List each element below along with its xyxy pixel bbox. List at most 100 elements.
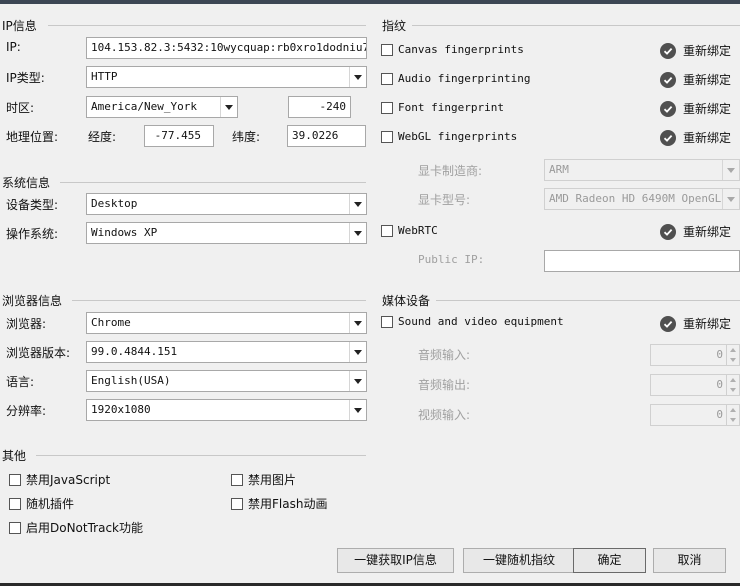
timezone-select[interactable]: America/New_York [86,96,238,118]
ip-label: IP: [6,40,21,54]
media-divider [436,300,740,301]
checkbox-box[interactable] [381,101,393,114]
disable-images-checkbox[interactable]: 禁用图片 [231,471,296,488]
ip-type-value: HTTP [91,70,118,83]
language-select[interactable]: English(USA) [86,370,367,392]
chevron-down-icon[interactable] [722,160,739,180]
disable-javascript-checkbox[interactable]: 禁用JavaScript [9,471,110,488]
system-info-divider [60,182,366,183]
checkbox-box[interactable] [381,130,393,143]
checkbox-box[interactable] [381,43,393,56]
canvas-rebind-button[interactable]: 重新绑定 [660,42,731,59]
resolution-select[interactable]: 1920x1080 [86,399,367,421]
canvas-label: Canvas fingerprints [398,43,524,56]
random-fingerprint-button[interactable]: 一键随机指纹 [463,548,575,573]
ok-button[interactable]: 确定 [573,548,646,573]
chevron-down-icon[interactable] [349,67,366,87]
rebind-label: 重新绑定 [683,317,732,331]
audio-rebind-button[interactable]: 重新绑定 [660,71,731,88]
audio-out-spinner[interactable]: 0 [650,374,740,396]
gpu-vendor-select[interactable]: ARM [544,159,740,181]
sound-video-checkbox[interactable]: Sound and video equipment [381,315,564,328]
gpu-model-label: 显卡型号: [418,193,471,207]
browser-version-label: 浏览器版本: [6,346,71,360]
timezone-offset-input[interactable]: -240 [288,96,351,118]
latitude-label: 纬度: [232,130,261,144]
timezone-label: 时区: [6,101,35,115]
fingerprint-divider [412,25,740,26]
location-label: 地理位置: [6,130,59,144]
audio-label: Audio fingerprinting [398,72,531,85]
video-in-label: 视频输入: [418,408,471,422]
random-plugins-label: 随机插件 [26,497,75,511]
ip-input[interactable]: 104.153.82.3:5432:10wycquap:rb0xro1dodni… [86,37,367,59]
audio-in-label: 音频输入: [418,348,471,362]
check-circle-icon [660,42,676,59]
cancel-button[interactable]: 取消 [653,548,726,573]
spinner-arrows-icon[interactable] [726,375,739,395]
chevron-down-icon[interactable] [349,342,366,362]
webgl-rebind-button[interactable]: 重新绑定 [660,129,731,146]
sound-video-rebind-button[interactable]: 重新绑定 [660,315,731,332]
checkbox-box[interactable] [9,473,21,486]
disable-flash-checkbox[interactable]: 禁用Flash动画 [231,495,327,512]
audio-checkbox[interactable]: Audio fingerprinting [381,72,530,85]
gpu-model-value: AMD Radeon HD 6490M OpenGL E [549,192,735,205]
os-label: 操作系统: [6,227,59,241]
audio-out-label: 音频输出: [418,378,471,392]
font-checkbox[interactable]: Font fingerprint [381,101,504,114]
checkbox-box[interactable] [231,497,243,510]
os-value: Windows XP [91,226,158,239]
public-ip-input[interactable] [544,250,740,272]
checkbox-box[interactable] [231,473,243,486]
chevron-down-icon[interactable] [349,223,366,243]
public-ip-label: Public IP: [418,253,485,266]
spinner-arrows-icon[interactable] [726,405,739,425]
font-rebind-button[interactable]: 重新绑定 [660,100,731,117]
check-circle-icon [660,315,676,332]
webrtc-rebind-button[interactable]: 重新绑定 [660,223,731,240]
resolution-value: 1920x1080 [91,403,151,416]
chevron-down-icon[interactable] [349,371,366,391]
rebind-label: 重新绑定 [683,131,732,145]
browser-select[interactable]: Chrome [86,312,367,334]
os-select[interactable]: Windows XP [86,222,367,244]
chevron-down-icon[interactable] [349,194,366,214]
gpu-model-select[interactable]: AMD Radeon HD 6490M OpenGL E [544,188,740,210]
browser-version-select[interactable]: 99.0.4844.151 [86,341,367,363]
chevron-down-icon[interactable] [220,97,237,117]
browser-label: 浏览器: [6,317,47,331]
chevron-down-icon[interactable] [349,400,366,420]
audio-in-spinner[interactable]: 0 [650,344,740,366]
rebind-label: 重新绑定 [683,73,732,87]
checkbox-box[interactable] [9,521,21,534]
chevron-down-icon[interactable] [722,189,739,209]
audio-out-value: 0 [716,378,723,391]
system-info-title: 系统信息 [2,176,51,190]
fingerprint-title: 指纹 [382,19,407,33]
video-in-value: 0 [716,408,723,421]
checkbox-box[interactable] [381,315,393,328]
canvas-checkbox[interactable]: Canvas fingerprints [381,43,524,56]
font-label: Font fingerprint [398,101,504,114]
other-title: 其他 [2,449,27,463]
random-plugins-checkbox[interactable]: 随机插件 [9,495,74,512]
webgl-checkbox[interactable]: WebGL fingerprints [381,130,517,143]
ip-type-select[interactable]: HTTP [86,66,367,88]
latitude-input[interactable]: 39.0226 [287,125,366,147]
video-in-spinner[interactable]: 0 [650,404,740,426]
ip-info-title: IP信息 [2,19,37,33]
enable-dnt-checkbox[interactable]: 启用DoNotTrack功能 [9,519,143,536]
browser-version-value: 99.0.4844.151 [91,345,178,358]
fetch-ip-button[interactable]: 一键获取IP信息 [337,548,454,573]
spinner-arrows-icon[interactable] [726,345,739,365]
webrtc-checkbox[interactable]: WebRTC [381,224,438,237]
media-title: 媒体设备 [382,294,431,308]
ip-type-label: IP类型: [6,71,45,85]
device-type-select[interactable]: Desktop [86,193,367,215]
checkbox-box[interactable] [381,224,393,237]
checkbox-box[interactable] [9,497,21,510]
longitude-input[interactable]: -77.455 [144,125,214,147]
chevron-down-icon[interactable] [349,313,366,333]
checkbox-box[interactable] [381,72,393,85]
